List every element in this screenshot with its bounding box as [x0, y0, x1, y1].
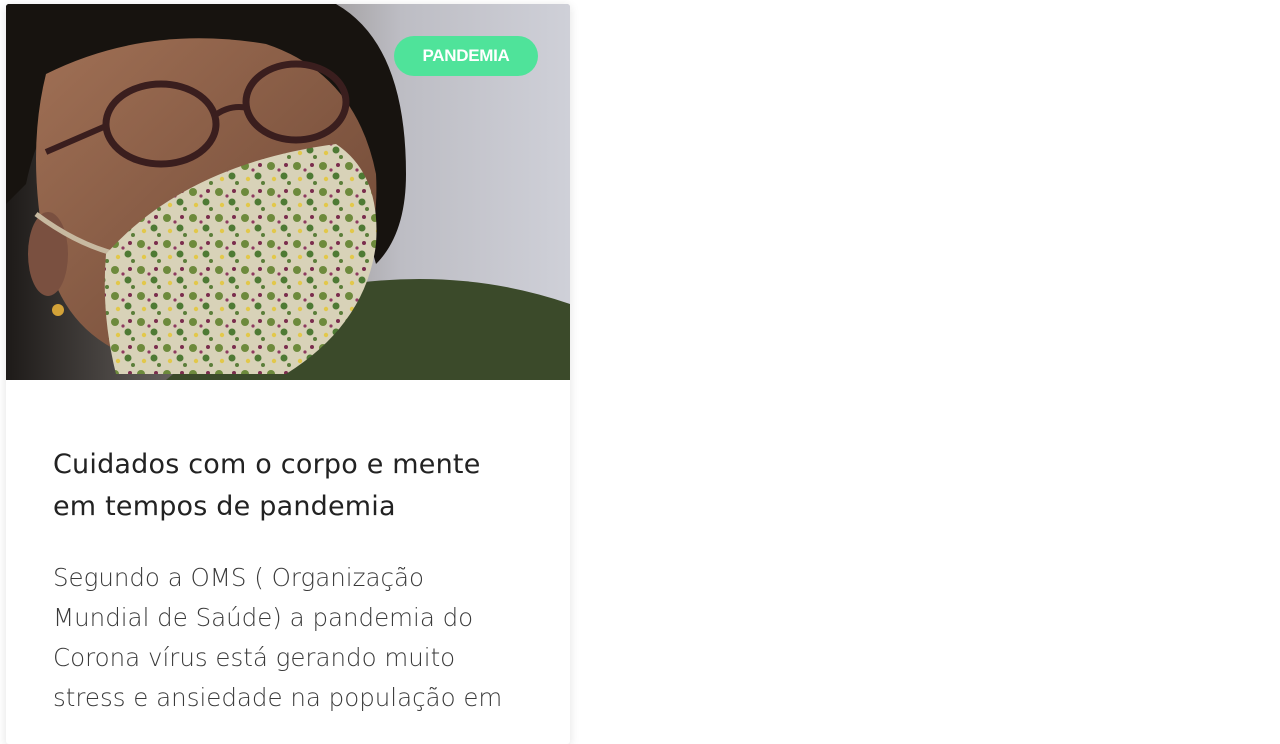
article-image[interactable]: PANDEMIA [6, 4, 570, 380]
article-card[interactable]: PANDEMIA Cuidados com o corpo e mente em… [6, 4, 570, 744]
category-badge[interactable]: PANDEMIA [394, 36, 538, 76]
article-excerpt: Segundo a OMS ( Organização Mundial de S… [53, 563, 503, 712]
article-title[interactable]: Cuidados com o corpo e mente em tempos d… [53, 444, 523, 528]
article-body: Cuidados com o corpo e mente em tempos d… [6, 380, 570, 718]
